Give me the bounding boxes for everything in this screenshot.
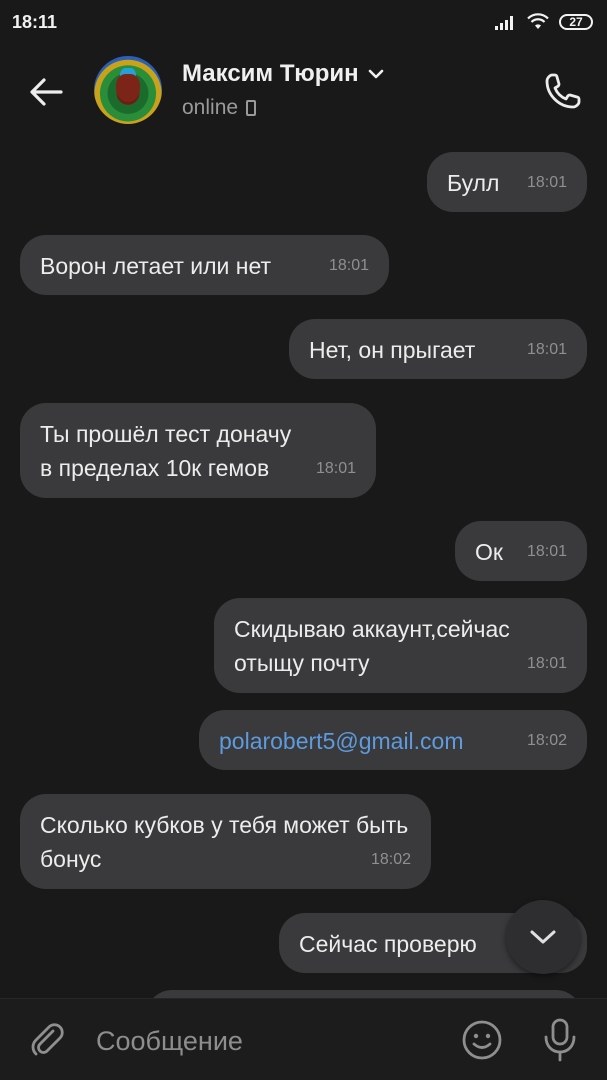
message-outgoing[interactable]: Скидываю аккаунт,сейчас отыщу почту 18:0…: [214, 598, 587, 693]
message-composer: [0, 998, 607, 1080]
chat-screen: 18:11 27 Максим Тюрин online Булл 18:01 …: [0, 0, 607, 1080]
message-incoming[interactable]: Ворон летает или нет 18:01: [20, 235, 389, 295]
message-text: Ок: [475, 539, 503, 565]
message-text: Сейчас проверю: [299, 931, 477, 957]
scroll-down-button[interactable]: [506, 900, 580, 974]
email-link[interactable]: polarobert5@gmail.com: [219, 728, 464, 754]
message-input[interactable]: [96, 1023, 436, 1059]
message-incoming[interactable]: Сколько кубков у тебя может быть бонус 1…: [20, 794, 431, 889]
message-time: 18:01: [328, 257, 369, 274]
message-outgoing[interactable]: Нет, он прыгает 18:01: [289, 319, 587, 379]
mobile-device-icon: [246, 100, 257, 116]
message-time: 18:01: [526, 655, 567, 672]
message-list[interactable]: Булл 18:01 Ворон летает или нет 18:01 Не…: [0, 140, 607, 1000]
message-time: 18:01: [526, 341, 567, 358]
emoji-icon: [462, 1020, 502, 1060]
back-arrow-icon: [30, 78, 63, 106]
message-text: Булл: [447, 170, 500, 196]
phone-call-icon: [545, 73, 581, 109]
microphone-button[interactable]: [538, 1016, 582, 1064]
message-time: 18:01: [526, 174, 567, 191]
microphone-icon: [544, 1018, 576, 1062]
battery-level: 27: [569, 15, 583, 29]
contact-name-text: Максим Тюрин: [182, 60, 359, 87]
avatar[interactable]: [94, 56, 162, 124]
message-time: 18:02: [526, 732, 567, 749]
status-time: 18:11: [12, 11, 58, 32]
signal-icon: [495, 16, 513, 30]
chevron-down-icon: [368, 69, 383, 79]
message-text: Нет, он прыгает: [309, 337, 476, 363]
message-text: Сколько кубков у тебя может быть бонус: [40, 812, 409, 872]
message-outgoing[interactable]: polarobert5@gmail.com 18:02: [199, 710, 587, 770]
message-time: 18:02: [370, 851, 411, 868]
message-incoming[interactable]: Ты прошёл тест доначу в пределах 10к гем…: [20, 403, 376, 498]
message-text: Ты прошёл тест доначу в пределах 10к гем…: [40, 421, 292, 481]
message-time: 18:01: [315, 460, 356, 477]
chat-header: Максим Тюрин online: [0, 44, 607, 140]
message-outgoing[interactable]: Булл 18:01: [427, 152, 587, 212]
back-button[interactable]: [26, 72, 66, 112]
battery-icon: 27: [559, 14, 593, 30]
paperclip-icon: [31, 1023, 64, 1056]
message-outgoing[interactable]: Ок 18:01: [455, 521, 587, 581]
status-icons: 27: [495, 13, 593, 31]
status-bar: 18:11 27: [0, 0, 607, 44]
chevron-down-fab-icon: [530, 930, 556, 944]
message-time: 18:01: [526, 543, 567, 560]
message-text: Ворон летает или нет: [40, 253, 272, 279]
contact-name[interactable]: Максим Тюрин: [182, 60, 385, 88]
contact-status: online: [182, 96, 257, 120]
attach-button[interactable]: [26, 1019, 68, 1061]
emoji-button[interactable]: [460, 1018, 504, 1062]
status-text: online: [182, 96, 239, 119]
message-text: Скидываю аккаунт,сейчас отыщу почту: [234, 616, 510, 676]
wifi-icon: [527, 13, 549, 29]
call-button[interactable]: [540, 68, 586, 114]
